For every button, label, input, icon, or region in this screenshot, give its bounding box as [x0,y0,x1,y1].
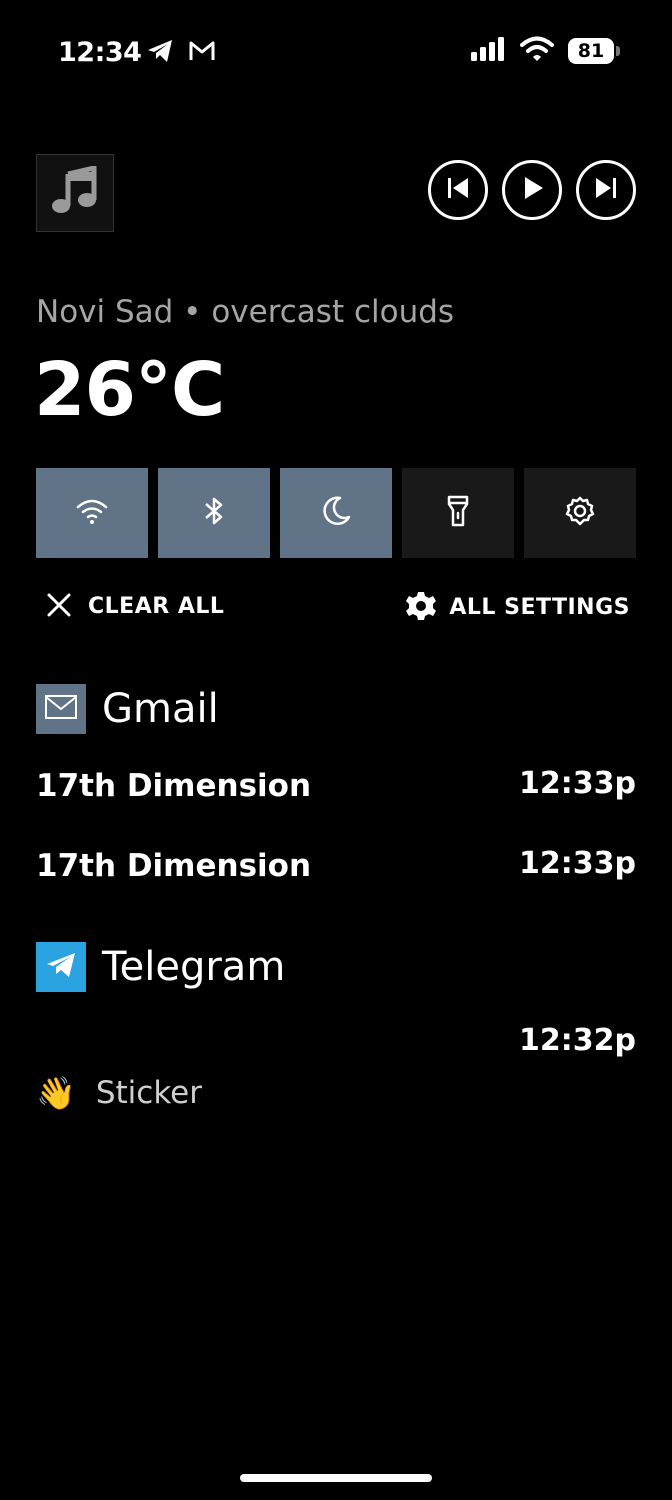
previous-button[interactable] [428,160,488,220]
bluetooth-icon [202,495,226,531]
play-icon [519,175,545,205]
wifi-icon [75,497,109,529]
telegram-app-header[interactable]: Telegram [36,942,285,992]
media-controls [428,160,636,220]
telegram-app-icon [36,942,86,992]
weather-summary: Novi Sad • overcast clouds [36,294,455,330]
close-icon [46,592,72,622]
clear-all-button[interactable]: CLEAR ALL [46,590,224,624]
status-right-icons: 81 [470,36,620,66]
gear-icon [564,495,596,531]
wifi-icon [520,36,554,66]
battery-level: 81 [577,40,605,62]
do-not-disturb-toggle[interactable] [280,468,392,558]
gmail-app-icon [36,684,86,734]
telegram-app-title: Telegram [102,944,286,990]
telegram-notification-time: 12:32p [519,1023,636,1058]
telegram-notification[interactable]: 👋 Sticker [36,1072,202,1114]
clear-all-label: CLEAR ALL [88,594,225,619]
play-button[interactable] [502,160,562,220]
all-settings-label: ALL SETTINGS [449,595,630,620]
waving-hand-icon: 👋 [36,1074,76,1112]
wifi-toggle[interactable] [36,468,148,558]
gmail-app-title: Gmail [102,686,219,732]
telegram-icon [44,950,78,984]
home-indicator[interactable] [240,1474,432,1482]
sticker-label: Sticker [95,1075,202,1111]
gmail-icon [188,40,216,66]
flashlight-icon [446,494,470,532]
next-icon [593,175,619,205]
flashlight-toggle[interactable] [402,468,514,558]
settings-toggle[interactable] [524,468,636,558]
temperature: 26°C [34,347,225,433]
gmail-notification-time: 12:33p [519,766,636,801]
signal-icon [470,37,506,65]
gmail-notification-time: 12:33p [519,846,636,881]
moon-icon [320,495,352,531]
telegram-icon [146,38,174,68]
gmail-notification-title[interactable]: 17th Dimension [36,766,311,806]
gmail-notification-title[interactable]: 17th Dimension [36,846,311,886]
music-note-icon [50,164,100,220]
quick-toggles [36,468,636,558]
envelope-icon [44,694,78,724]
previous-icon [445,175,471,205]
battery-icon: 81 [568,38,620,64]
gear-icon [405,590,437,626]
all-settings-button[interactable]: ALL SETTINGS [405,590,630,626]
album-art[interactable] [36,154,114,232]
status-left-icons [146,38,216,68]
gmail-app-header[interactable]: Gmail [36,684,219,734]
bluetooth-toggle[interactable] [158,468,270,558]
next-button[interactable] [576,160,636,220]
status-time: 12:34 [58,37,142,68]
